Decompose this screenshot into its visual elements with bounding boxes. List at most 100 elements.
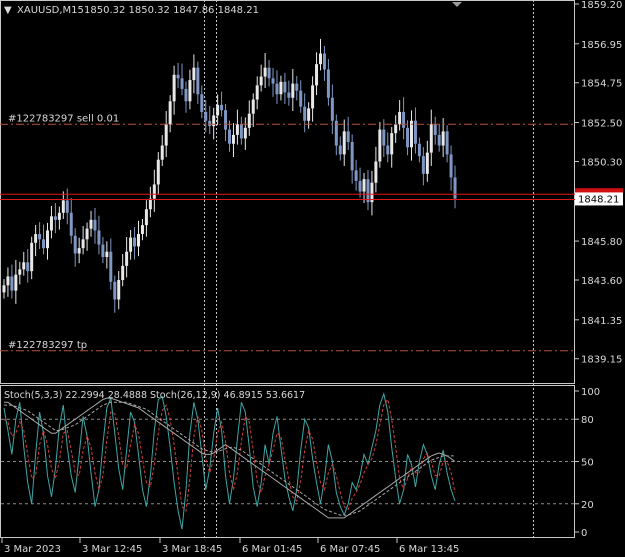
candle-body [267,67,271,79]
candle-body [57,212,61,220]
candle-body [275,83,279,95]
candle-body [315,64,319,86]
candle-body [46,230,49,249]
order-line-label: #122783297 tp [8,340,87,351]
chart-window[interactable]: 1859.20 1856.95 1854.75 1852.50 1850.30 1848.… [0,0,625,557]
candle-body [137,234,140,247]
chart-canvas[interactable]: 1859.20 1856.95 1854.75 1852.50 1850.30 1848.… [0,0,625,557]
candle-body [93,219,97,231]
candle-body [338,145,342,155]
candle-body [22,262,26,270]
candle-body [113,281,117,300]
candle-body [2,285,6,293]
price-tick-label: 1852.50 [581,119,622,130]
time-axis: 3 Mar 2023 3 Mar 12:45 3 Mar 18:45 6 Mar 01… [1,538,459,555]
candle-body [291,83,295,98]
candle-body [148,198,152,210]
candle-body [208,120,212,127]
candle-body [247,113,251,128]
price-tick-label: 1859.20 [581,0,622,11]
candle-body [61,200,65,213]
candle-body [350,142,354,171]
price-tick-label: 1854.75 [581,79,622,90]
candle-body [152,184,156,199]
main-pane-frame [0,0,575,384]
candle-body [374,161,378,183]
candle-body [216,104,220,116]
candle-body [378,129,382,162]
price-tick-label: 1856.95 [581,40,622,51]
stoch-tick-label: 0 [581,528,587,539]
candle-body [390,133,394,155]
candle-body [6,276,10,286]
stoch-series-line [3,398,456,513]
candle-body [224,110,228,130]
candle-body [303,106,307,121]
candle-body [129,237,133,252]
candle-body [140,225,144,234]
candle-body [192,67,196,81]
candle-body [101,244,105,257]
price-tick-label: 1843.60 [581,276,622,287]
candle-body [200,94,204,112]
candle-body [425,152,429,174]
candle-body [398,111,402,125]
candle-body [10,276,14,291]
candle-body [263,67,267,77]
candle-body [125,251,129,266]
price-tick-label: 1839.15 [581,355,622,366]
candle-body [188,80,192,102]
price-tick-label: 1850.30 [581,157,622,168]
candle-body [53,216,57,220]
candle-body [299,90,303,107]
candle-body [311,85,315,109]
candle-body [279,81,283,95]
candle-body [453,177,457,199]
candle-body [421,156,425,174]
candle-body [406,127,410,148]
candle-body [184,88,188,102]
chart-shift-marker[interactable] [452,2,462,7]
candle-body [30,242,34,272]
candle-body [133,237,137,247]
candle-body [204,111,208,121]
price-tick-label: 1841.35 [581,316,622,327]
candle-body [220,104,224,111]
candle-body [287,92,291,98]
candle-body [73,235,77,254]
candle-body [164,124,168,146]
candle-body [366,179,370,203]
candle-body [18,269,22,275]
candle-body [271,78,275,84]
time-tick-label: 6 Mar 13:45 [399,544,459,555]
candle-body [386,145,390,155]
candle-body [441,131,445,146]
candle-body [160,145,164,160]
candle-body [38,234,42,240]
symbol-header: XAUUSD,M15 [17,5,84,16]
price-axis: 1859.20 1856.95 1854.75 1852.50 1850.30 1848.… [575,0,622,366]
candle-body [295,83,299,91]
candle-body [283,81,287,93]
candle-body [358,180,362,192]
candle-body [49,216,53,231]
candle-body [105,251,109,257]
candle-body [168,101,172,125]
stoch-tick-label: 20 [581,500,594,511]
stochastic-pane [1,391,574,530]
candle-body [382,129,386,146]
candle-body [417,143,421,157]
candle-body [402,111,406,128]
candle-body [85,228,89,240]
candle-body [251,99,255,114]
candle-body [81,239,85,249]
time-tick-label: 3 Mar 18:45 [162,544,222,555]
candle-body [121,265,125,280]
time-tick-label: 3 Mar 2023 [4,544,61,555]
candle-body [77,248,81,254]
candle-body [89,219,93,229]
order-lines[interactable]: #122783297 sell 0.01 #122783297 tp 1848.21 [0,113,623,352]
last-price-label: 1848.21 [578,194,619,205]
candle-body [445,131,449,155]
time-tick-label: 6 Mar 07:45 [320,544,380,555]
